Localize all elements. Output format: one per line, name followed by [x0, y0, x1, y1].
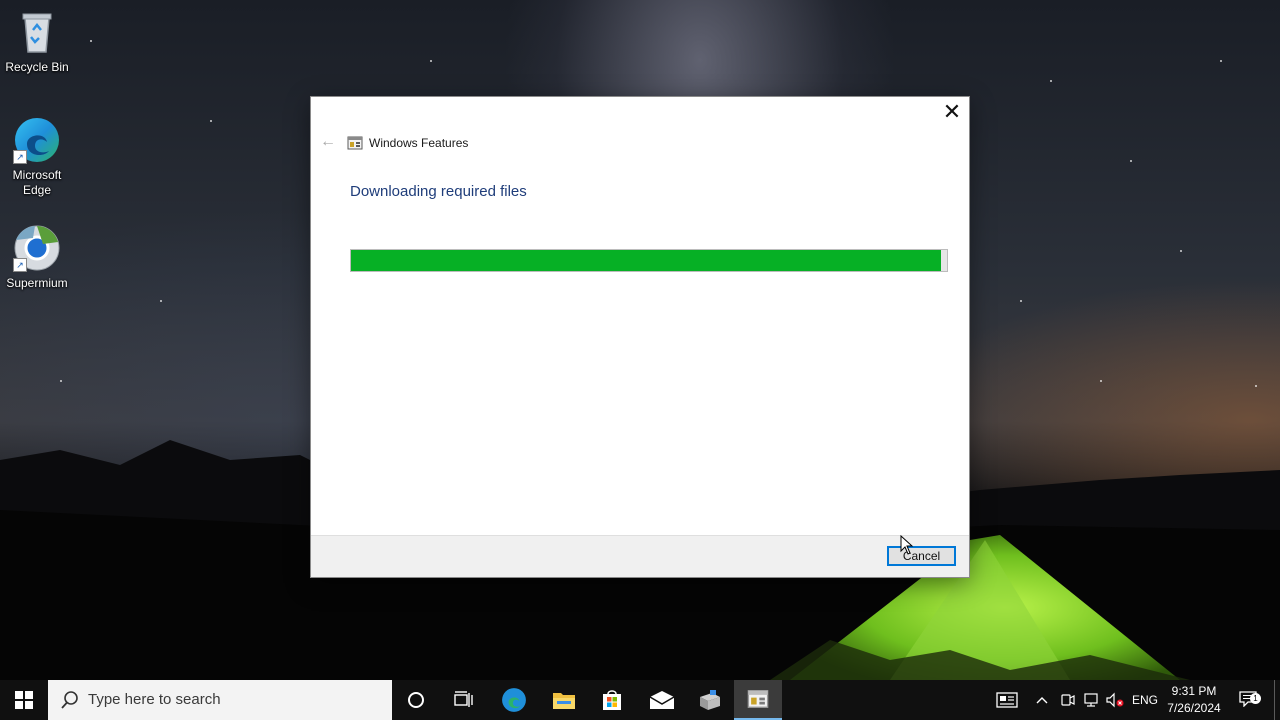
- meet-now-icon: [1061, 694, 1075, 706]
- shortcut-arrow-icon: ↗: [13, 258, 27, 272]
- task-view-button[interactable]: [440, 680, 488, 720]
- tray-volume-button[interactable]: [1104, 680, 1126, 720]
- back-button[interactable]: ←: [317, 133, 339, 151]
- close-icon: ✕: [942, 99, 962, 124]
- close-button[interactable]: ✕: [935, 97, 969, 127]
- mail-icon: [649, 691, 675, 709]
- windows-features-icon: [747, 690, 769, 708]
- taskbar-file-explorer-button[interactable]: [540, 680, 588, 720]
- clock-date: 7/26/2024: [1167, 701, 1221, 715]
- dialog-footer: Cancel: [311, 535, 969, 577]
- supermium-icon: ↗: [13, 224, 61, 272]
- search-icon: [61, 691, 78, 709]
- start-button[interactable]: [0, 680, 48, 720]
- action-center-button[interactable]: 1: [1234, 680, 1262, 720]
- desktop-icon-label: Recycle Bin: [5, 60, 69, 74]
- shortcut-arrow-icon: ↗: [13, 150, 27, 164]
- network-icon: [1084, 693, 1098, 707]
- desktop-icon-microsoft-edge[interactable]: ↗ Microsoft Edge: [0, 116, 74, 198]
- chevron-up-icon: [1036, 697, 1048, 704]
- taskbar-windows-features-button[interactable]: [734, 680, 782, 720]
- taskbar-mail-button[interactable]: [638, 680, 686, 720]
- microsoft-store-icon: [603, 690, 621, 710]
- tray-network-button[interactable]: [1080, 680, 1102, 720]
- taskbar-search-box[interactable]: Type here to search: [48, 680, 392, 720]
- input-language-button[interactable]: ENG: [1128, 680, 1162, 720]
- tray-meet-button[interactable]: [1056, 680, 1078, 720]
- show-desktop-button[interactable]: [1274, 680, 1275, 720]
- task-view-icon: [454, 691, 473, 707]
- desktop-icon-label: Microsoft Edge: [12, 168, 62, 197]
- clock-time: 9:31 PM: [1171, 684, 1217, 698]
- cancel-button[interactable]: Cancel: [887, 546, 956, 566]
- desktop-icon-recycle-bin[interactable]: Recycle Bin: [0, 8, 74, 75]
- cortana-icon: [408, 692, 424, 708]
- system-clock[interactable]: 9:31 PM 7/26/2024: [1164, 683, 1224, 717]
- back-arrow-icon: ←: [320, 133, 336, 150]
- file-explorer-icon: [553, 693, 575, 709]
- tray-news-button[interactable]: [990, 680, 1024, 720]
- taskbar: Type here to search ENG 9:31 PM 7/26/202…: [0, 680, 1280, 720]
- desktop-icon-supermium[interactable]: ↗ Supermium: [0, 224, 74, 291]
- language-indicator: ENG: [1131, 693, 1158, 707]
- taskbar-edge-button[interactable]: [490, 680, 538, 720]
- recycle-bin-icon: [13, 8, 61, 56]
- dialog-title: Windows Features: [369, 136, 469, 150]
- desktop-icon-label: Supermium: [6, 276, 68, 290]
- search-placeholder: Type here to search: [88, 691, 221, 708]
- notification-count-badge: 1: [1250, 693, 1261, 704]
- windows-features-installer-icon: [700, 690, 720, 710]
- show-hidden-icons-button[interactable]: [1032, 680, 1052, 720]
- edge-icon: [502, 688, 526, 712]
- volume-muted-icon: [1106, 692, 1124, 708]
- news-widget-icon: [996, 692, 1018, 708]
- mouse-cursor-icon: [900, 535, 914, 555]
- progress-fill: [351, 250, 942, 271]
- download-progress-bar: [350, 249, 948, 272]
- windows-features-dialog: ✕ ← Windows Features Downloading require…: [311, 97, 969, 577]
- taskbar-store-button[interactable]: [588, 680, 636, 720]
- edge-icon: ↗: [13, 116, 61, 164]
- cortana-button[interactable]: [392, 680, 440, 720]
- taskbar-installer-button[interactable]: [686, 680, 734, 720]
- status-heading: Downloading required files: [350, 183, 527, 200]
- windows-features-icon: [347, 136, 363, 150]
- windows-logo-icon: [15, 691, 33, 709]
